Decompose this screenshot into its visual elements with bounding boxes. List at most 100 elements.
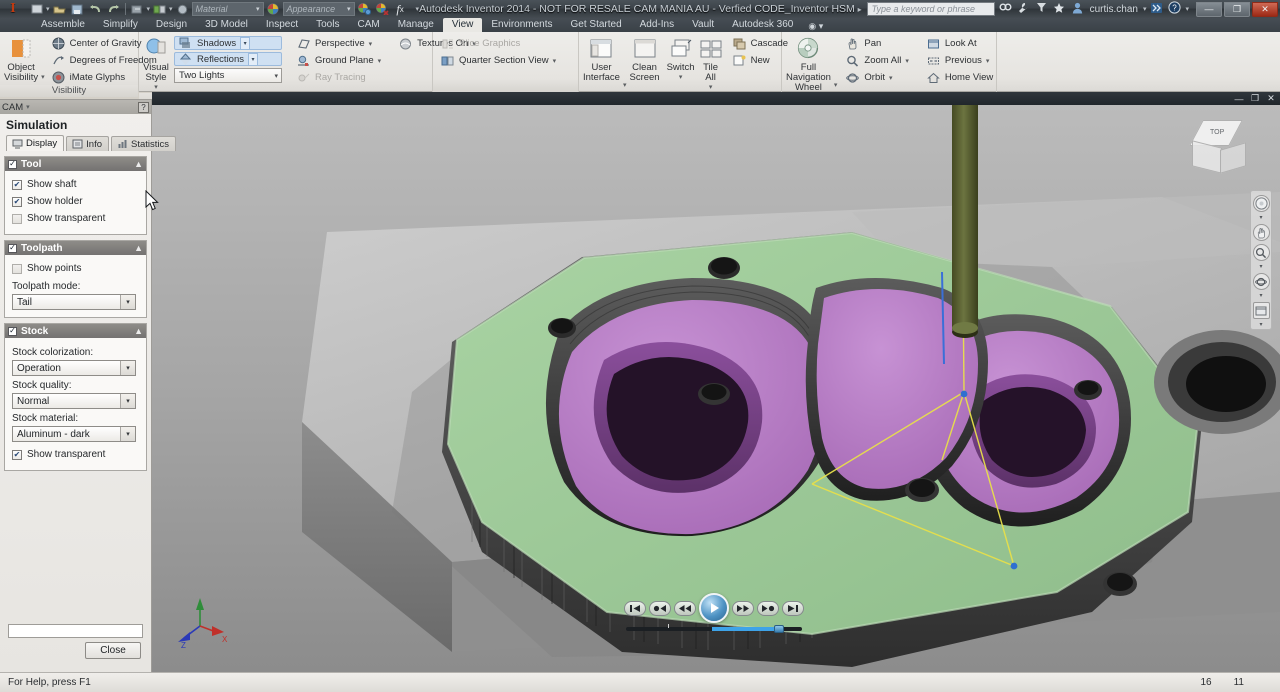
zoom-all-dropdown-icon[interactable]: ▾ — [905, 57, 909, 65]
quarter-section-view-button[interactable]: Quarter Section View ▾ — [437, 53, 559, 68]
graphics-viewport[interactable]: — ❐ ✕ TOP ▾ ▾ ▾ ▾ Z X — [152, 92, 1280, 672]
tab-statistics[interactable]: Statistics — [111, 136, 177, 151]
appearance-swatch-icon[interactable] — [265, 1, 282, 17]
document-close-button[interactable]: ✕ — [1265, 93, 1277, 104]
checkbox-row-show-points[interactable]: Show points — [12, 260, 139, 277]
show-shaft-checkbox[interactable] — [12, 179, 22, 190]
ground-plane-dropdown-icon[interactable]: ▾ — [378, 57, 382, 65]
select-dropdown-icon[interactable]: ▾ — [169, 5, 173, 13]
view-cube[interactable]: TOP — [1186, 118, 1248, 180]
skip-to-end-button[interactable] — [782, 600, 804, 616]
stock-show-transparent-checkbox[interactable] — [12, 449, 22, 460]
group-toolpath-collapse-icon[interactable]: ▲ — [134, 243, 143, 253]
show-holder-checkbox[interactable] — [12, 196, 22, 207]
stock-quality-arrow-icon[interactable]: ▾ — [120, 394, 135, 408]
open-file-icon[interactable] — [51, 1, 68, 17]
lighting-style-combo[interactable]: Two Lights ▾ — [174, 68, 282, 83]
favorites-star-icon[interactable] — [1052, 2, 1067, 17]
group-tool-header[interactable]: Tool ▲ — [5, 157, 146, 171]
redo-icon[interactable] — [105, 1, 122, 17]
ribbon-overflow-icon[interactable]: ◉ ▾ — [802, 21, 823, 32]
ribbon-tab-view[interactable]: View — [442, 18, 483, 32]
checkbox-row-show-holder[interactable]: Show holder — [12, 193, 139, 210]
group-stock-collapse-icon[interactable]: ▲ — [134, 326, 143, 336]
ribbon-tab-vault[interactable]: Vault — [683, 18, 723, 32]
user-menu-arrow-icon[interactable]: ▾ — [1143, 5, 1147, 13]
checkbox-row-stock-show-transparent[interactable]: Show transparent — [12, 446, 139, 463]
search-history-icon[interactable]: ▸ — [856, 5, 864, 14]
simulation-dialog-header[interactable]: CAM ▾ ? — [0, 100, 151, 114]
group-tool-collapse-icon[interactable]: ▲ — [134, 159, 143, 169]
fast-forward-button[interactable] — [732, 600, 754, 616]
help-icon[interactable]: ? — [1167, 1, 1182, 17]
object-visibility-button[interactable]: Object Visibility — [4, 35, 38, 83]
document-minimize-button[interactable]: — — [1233, 94, 1245, 104]
exchange-apps-icon[interactable] — [1149, 2, 1164, 17]
simulation-header-dropdown-icon[interactable]: ▾ — [23, 103, 30, 111]
switch-window-button[interactable]: Switch ▾ — [667, 35, 695, 83]
update-icon[interactable] — [129, 1, 146, 17]
ground-plane-button[interactable]: Ground Plane ▾ — [293, 53, 384, 68]
return-icon[interactable] — [174, 1, 191, 17]
switch-window-dropdown-icon[interactable]: ▾ — [679, 73, 683, 83]
simulation-progress-slider[interactable] — [626, 624, 802, 633]
reflections-split-arrow-icon[interactable]: ▾ — [248, 52, 258, 66]
zoom-dropdown-icon[interactable]: ▾ — [1259, 264, 1262, 270]
ribbon-tab-cam[interactable]: CAM — [348, 18, 388, 32]
play-button[interactable] — [699, 593, 729, 623]
group-toolpath-checkbox[interactable] — [8, 243, 17, 253]
restore-button[interactable]: ❐ — [1224, 1, 1250, 17]
pan-button[interactable]: Pan — [842, 36, 911, 51]
ribbon-tab-3d-model[interactable]: 3D Model — [196, 18, 257, 32]
user-interface-button[interactable]: User Interface — [583, 35, 620, 83]
qat-overflow-icon[interactable]: ▾ — [410, 5, 420, 13]
full-navigation-wheel-button[interactable]: Full Navigation Wheel — [786, 35, 831, 93]
ribbon-tab-inspect[interactable]: Inspect — [257, 18, 307, 32]
ribbon-tab-autodesk-360[interactable]: Autodesk 360 — [723, 18, 802, 32]
checkbox-row-tool-show-transparent[interactable]: Show transparent — [12, 210, 139, 227]
filter-icon[interactable] — [1034, 2, 1049, 16]
steering-wheel-dropdown-icon[interactable]: ▾ — [1259, 215, 1262, 221]
group-toolpath-header[interactable]: Toolpath ▲ — [5, 241, 146, 255]
document-restore-button[interactable]: ❐ — [1249, 93, 1261, 104]
steering-wheel-icon[interactable] — [1252, 195, 1270, 212]
appearance-combo-arrow-icon[interactable]: ▾ — [347, 5, 351, 13]
zoom-all-button[interactable]: Zoom All ▾ — [842, 53, 911, 68]
toolpath-mode-arrow-icon[interactable]: ▾ — [120, 295, 135, 309]
pan-hand-icon[interactable] — [1252, 224, 1270, 241]
orbit-icon[interactable] — [1252, 273, 1270, 290]
ribbon-tab-simplify[interactable]: Simplify — [94, 18, 147, 32]
tile-all-button[interactable]: Tile All ▾ — [698, 35, 724, 93]
inventor-logo-icon[interactable]: I — [0, 0, 26, 18]
tool-show-transparent-checkbox[interactable] — [12, 213, 22, 224]
step-back-operation-button[interactable] — [649, 600, 671, 616]
progress-thumb[interactable] — [774, 625, 784, 633]
look-at-icon[interactable] — [1252, 302, 1270, 319]
new-file-icon[interactable] — [28, 1, 45, 17]
simulation-message-field[interactable] — [8, 624, 143, 638]
ribbon-tab-design[interactable]: Design — [147, 18, 196, 32]
view-cube-right-face[interactable] — [1220, 142, 1246, 174]
zoom-magnifier-icon[interactable] — [1252, 244, 1270, 261]
material-combo-arrow-icon[interactable]: ▾ — [256, 5, 260, 13]
orbit-dropdown-icon[interactable]: ▾ — [889, 74, 893, 82]
navbar-menu-icon[interactable]: ▾ — [1259, 322, 1262, 328]
new-file-dropdown-icon[interactable]: ▾ — [46, 5, 50, 13]
ribbon-tab-tools[interactable]: Tools — [307, 18, 348, 32]
group-tool-checkbox[interactable] — [8, 159, 17, 169]
parameters-fx-icon[interactable]: fx — [392, 1, 409, 17]
perspective-button[interactable]: Perspective ▾ — [293, 36, 384, 51]
tab-info[interactable]: Info — [66, 136, 110, 151]
stock-material-select[interactable]: Aluminum - dark ▾ — [12, 426, 136, 442]
stock-quality-select[interactable]: Normal ▾ — [12, 393, 136, 409]
save-icon[interactable] — [69, 1, 86, 17]
search-input[interactable]: Type a keyword or phrase — [866, 2, 995, 16]
group-stock-checkbox[interactable] — [8, 326, 17, 336]
undo-icon[interactable] — [87, 1, 104, 17]
object-visibility-dropdown-icon[interactable]: ▾ — [41, 73, 45, 85]
close-button[interactable]: Close — [85, 642, 141, 659]
skip-to-start-button[interactable] — [624, 600, 646, 616]
shadows-split-arrow-icon[interactable]: ▾ — [240, 36, 251, 50]
home-view-button[interactable]: Home View — [923, 70, 996, 85]
select-icon[interactable] — [151, 1, 168, 17]
